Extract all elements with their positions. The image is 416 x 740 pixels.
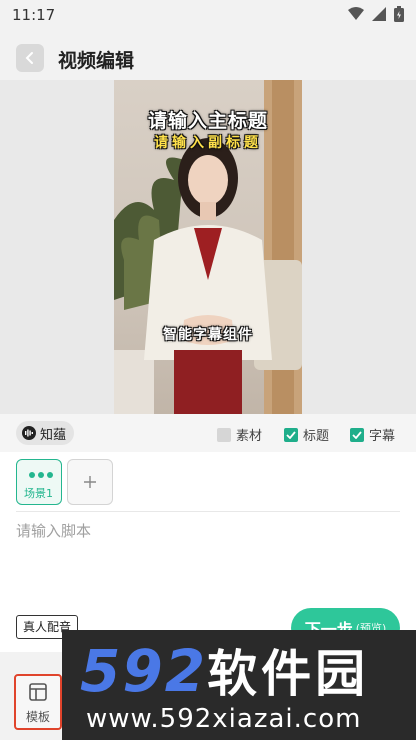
status-bar: 11:17 bbox=[0, 0, 416, 30]
material-checkbox[interactable]: 素材 bbox=[217, 425, 262, 444]
layout-icon bbox=[29, 683, 47, 701]
status-time: 11:17 bbox=[12, 6, 56, 24]
caption-overlay[interactable]: 智能字幕组件 bbox=[114, 324, 302, 344]
watermark-digits: 592 bbox=[80, 637, 208, 705]
divider bbox=[16, 511, 400, 512]
status-icons bbox=[348, 6, 404, 22]
subtitle-label: 字幕 bbox=[369, 429, 396, 444]
sub-title-overlay[interactable]: 请输入副标题 bbox=[114, 132, 302, 152]
video-preview[interactable]: 请输入主标题 请输入副标题 智能字幕组件 bbox=[114, 80, 302, 414]
scene-item[interactable]: 场景1 bbox=[16, 459, 62, 505]
chevron-left-icon bbox=[25, 52, 33, 64]
add-scene-button[interactable] bbox=[67, 459, 113, 505]
title-checkbox[interactable]: 标题 bbox=[284, 425, 329, 444]
watermark-brand: 592软件园 bbox=[80, 634, 369, 706]
title-label: 标题 bbox=[303, 429, 330, 444]
options-toolbar: 知蕴 素材 标题 字幕 bbox=[0, 414, 416, 452]
material-label: 素材 bbox=[236, 429, 263, 444]
page-title: 视频编辑 bbox=[58, 50, 135, 72]
waveform-icon bbox=[22, 426, 36, 440]
tab-template[interactable]: 模板 bbox=[14, 674, 62, 730]
scene-dots-icon bbox=[29, 472, 53, 478]
watermark-url: www.592xiazai.com bbox=[86, 704, 362, 734]
wifi-icon bbox=[348, 7, 364, 20]
signal-icon bbox=[372, 7, 386, 21]
watermark-brand-text: 软件园 bbox=[207, 645, 370, 703]
main-title-overlay[interactable]: 请输入主标题 bbox=[114, 106, 302, 133]
back-button[interactable] bbox=[16, 44, 44, 72]
video-preview-area: 请输入主标题 请输入副标题 智能字幕组件 bbox=[0, 80, 416, 414]
battery-icon bbox=[394, 6, 404, 22]
brand-label: 知蕴 bbox=[40, 427, 67, 443]
scene-list: 场景1 bbox=[0, 452, 416, 512]
subtitle-checkbox[interactable]: 字幕 bbox=[350, 425, 395, 444]
tab-template-label: 模板 bbox=[25, 710, 50, 724]
checkbox-checked-icon bbox=[284, 427, 298, 442]
checkbox-checked-icon bbox=[350, 427, 364, 442]
script-input[interactable] bbox=[16, 520, 400, 610]
checkbox-unchecked-icon bbox=[217, 427, 231, 442]
header-bar: 视频编辑 bbox=[0, 30, 416, 80]
voice-brand-chip[interactable]: 知蕴 bbox=[16, 421, 75, 445]
plus-icon bbox=[84, 476, 96, 488]
site-watermark: 592软件园 www.592xiazai.com bbox=[62, 630, 416, 740]
scene-label: 场景1 bbox=[24, 487, 53, 500]
